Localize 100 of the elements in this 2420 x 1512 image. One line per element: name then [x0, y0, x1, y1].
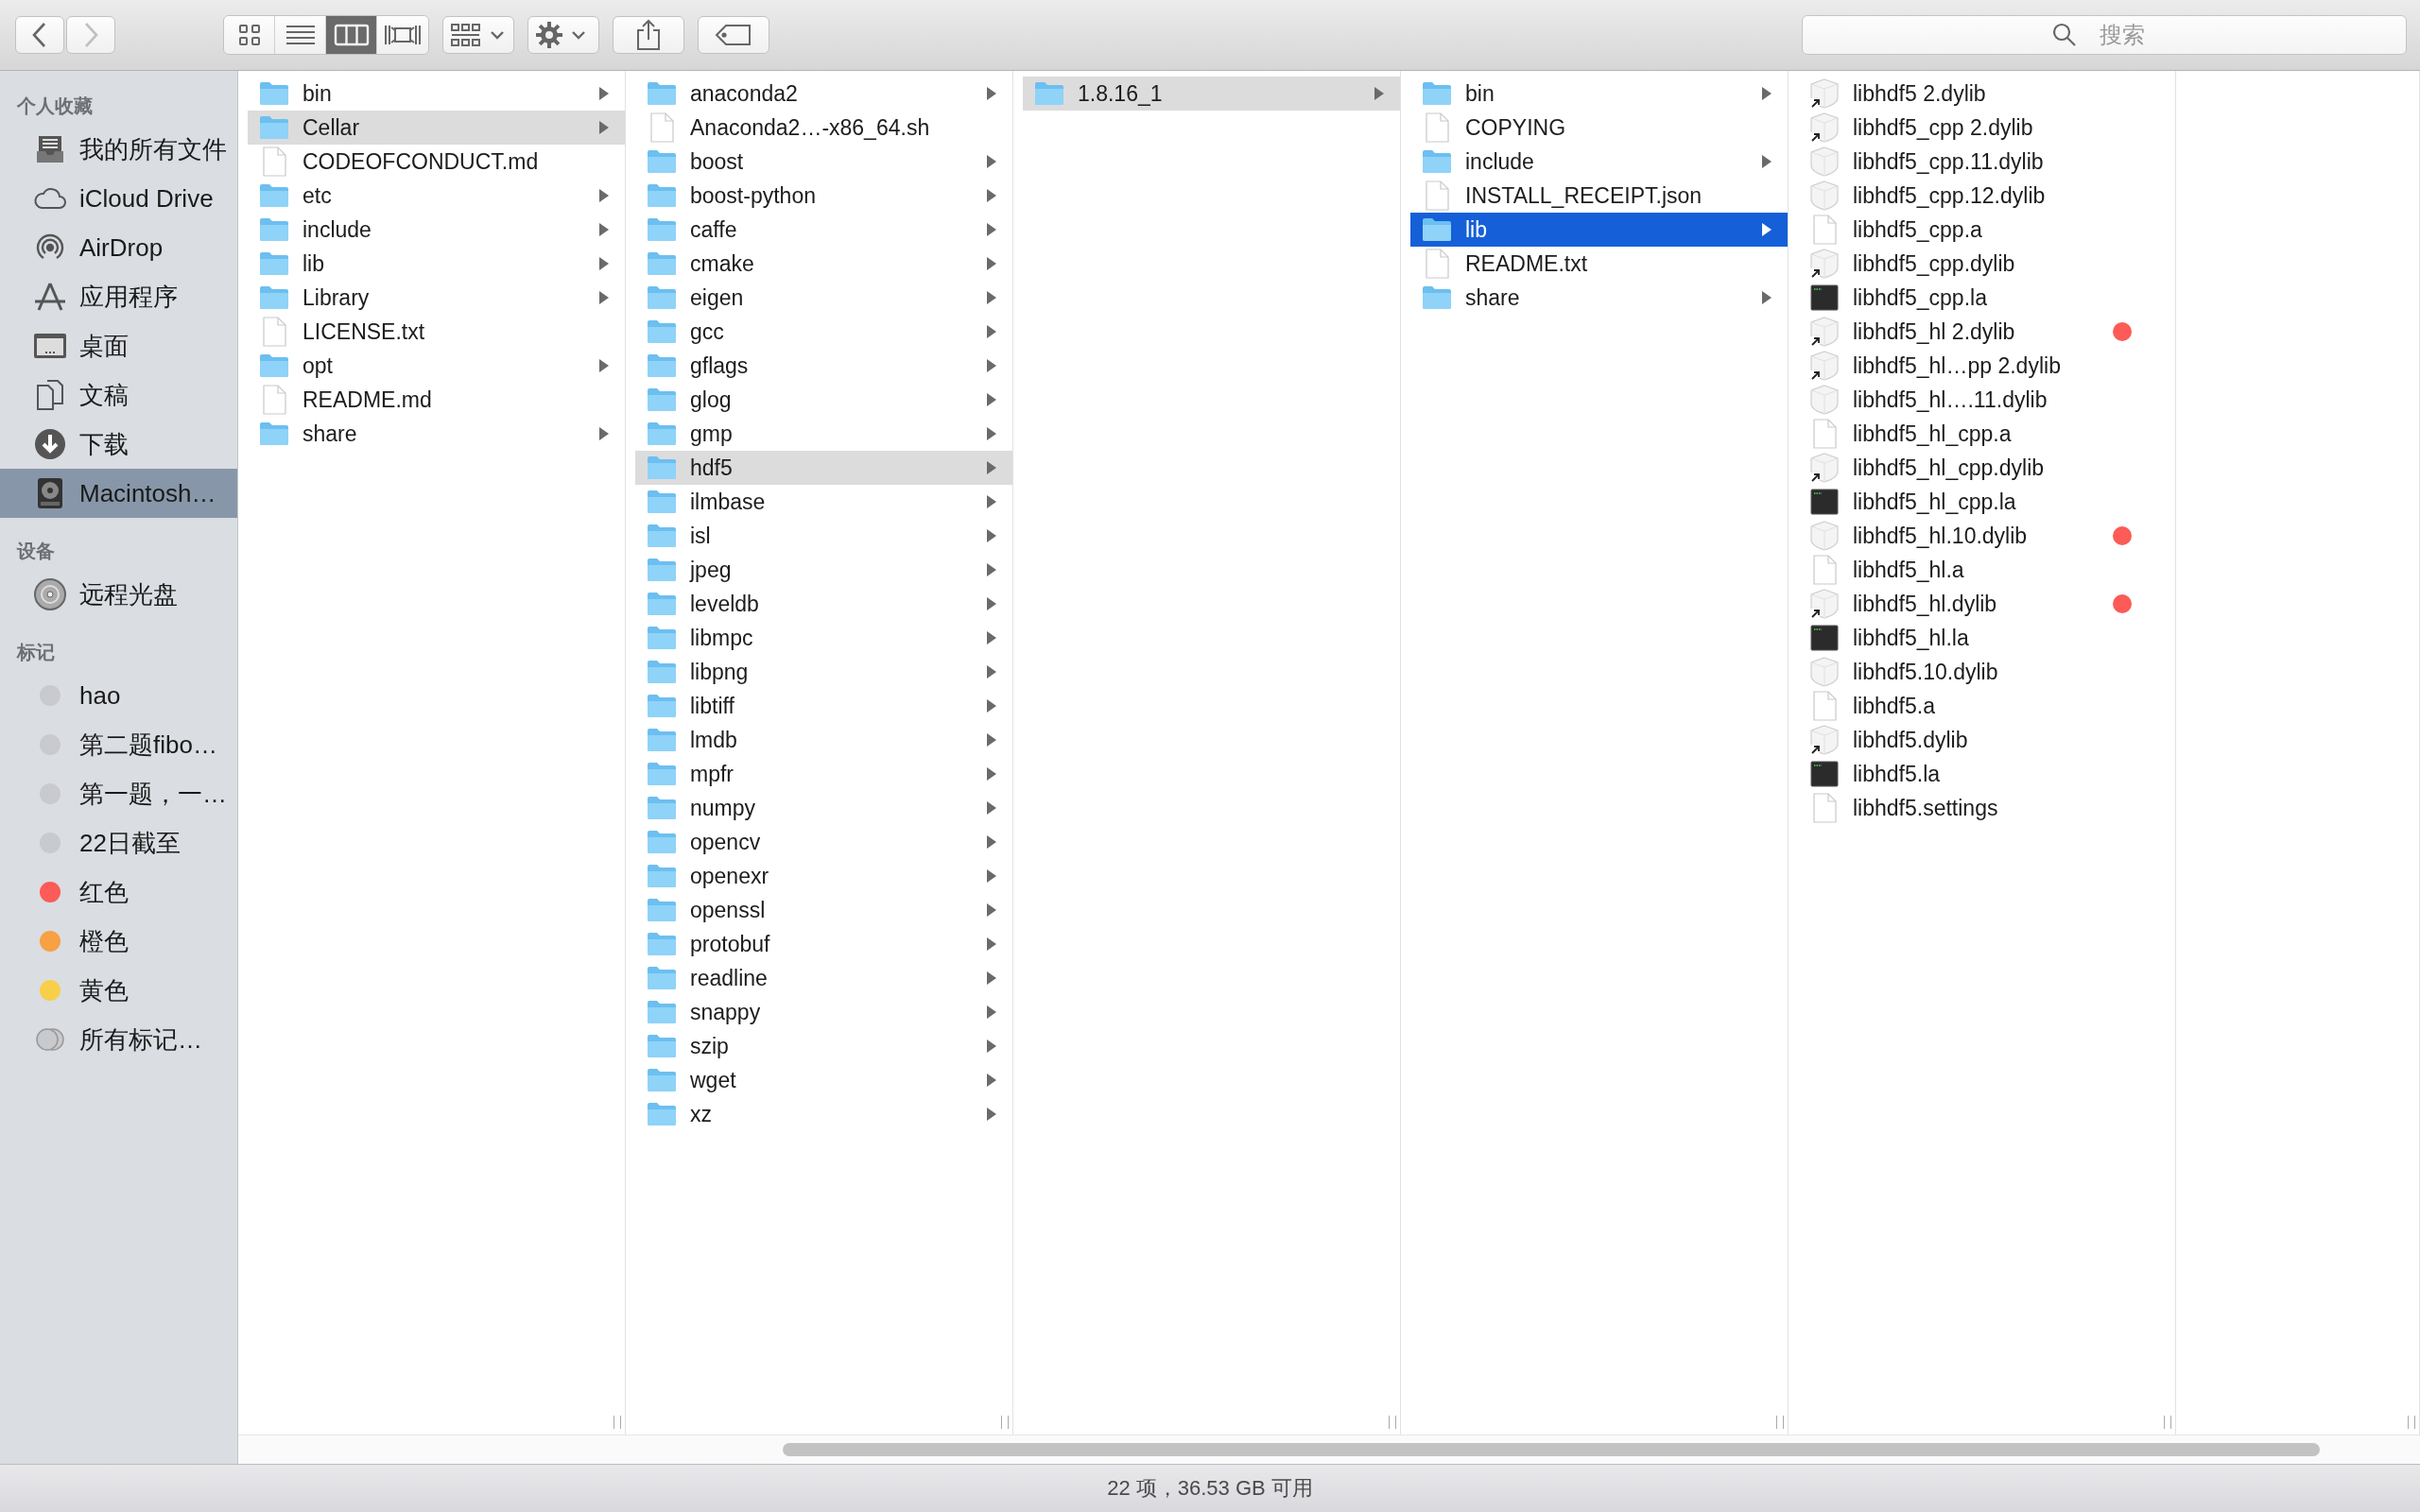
file-row[interactable]: opt: [248, 349, 625, 383]
arrange-menu-button[interactable]: [442, 16, 514, 54]
sidebar-item[interactable]: 所有标记…: [0, 1015, 237, 1064]
file-row[interactable]: include: [1410, 145, 1788, 179]
sidebar-item[interactable]: 红色: [0, 868, 237, 917]
file-row[interactable]: libhdf5_cpp.dylib: [1798, 247, 2175, 281]
file-row[interactable]: libhdf5_hl_cpp.dylib: [1798, 451, 2175, 485]
file-row[interactable]: Anaconda2…-x86_64.sh: [635, 111, 1012, 145]
file-row[interactable]: Cellar: [248, 111, 625, 145]
file-row[interactable]: glog: [635, 383, 1012, 417]
sidebar-item[interactable]: 文稿: [0, 370, 237, 420]
column-resize-handle[interactable]: [614, 1416, 621, 1429]
file-row[interactable]: libhdf5_cpp.a: [1798, 213, 2175, 247]
file-row[interactable]: snappy: [635, 995, 1012, 1029]
list-view-button[interactable]: [275, 16, 326, 54]
file-row[interactable]: caffe: [635, 213, 1012, 247]
sidebar-item[interactable]: 应用程序: [0, 272, 237, 321]
gear-menu-button[interactable]: [527, 16, 599, 54]
file-row[interactable]: libhdf5_hl 2.dylib: [1798, 315, 2175, 349]
file-row[interactable]: libhdf5 2.dylib: [1798, 77, 2175, 111]
column-resize-handle[interactable]: [2164, 1416, 2171, 1429]
file-row[interactable]: CODEOFCONDUCT.md: [248, 145, 625, 179]
file-row[interactable]: eigen: [635, 281, 1012, 315]
file-row[interactable]: libhdf5_hl_cpp.la: [1798, 485, 2175, 519]
file-row[interactable]: libhdf5_hl.dylib: [1798, 587, 2175, 621]
sidebar-item[interactable]: Macintosh…: [0, 469, 237, 518]
column-resize-handle[interactable]: [2408, 1416, 2415, 1429]
file-row[interactable]: readline: [635, 961, 1012, 995]
horizontal-scrollbar[interactable]: [783, 1443, 2320, 1456]
file-row[interactable]: share: [248, 417, 625, 451]
file-row[interactable]: Library: [248, 281, 625, 315]
file-row[interactable]: lib: [248, 247, 625, 281]
file-row[interactable]: libhdf5.dylib: [1798, 723, 2175, 757]
sidebar-item[interactable]: AirDrop: [0, 223, 237, 272]
file-row[interactable]: libhdf5_hl.10.dylib: [1798, 519, 2175, 553]
file-row[interactable]: libhdf5.settings: [1798, 791, 2175, 825]
file-row[interactable]: lib: [1410, 213, 1788, 247]
file-row[interactable]: mpfr: [635, 757, 1012, 791]
file-row[interactable]: anaconda2: [635, 77, 1012, 111]
file-row[interactable]: libhdf5_hl…pp 2.dylib: [1798, 349, 2175, 383]
sidebar-item[interactable]: hao: [0, 671, 237, 720]
file-row[interactable]: bin: [248, 77, 625, 111]
file-row[interactable]: opencv: [635, 825, 1012, 859]
file-row[interactable]: openexr: [635, 859, 1012, 893]
file-row[interactable]: jpeg: [635, 553, 1012, 587]
back-button[interactable]: [15, 16, 64, 54]
column-resize-handle[interactable]: [1001, 1416, 1009, 1429]
sidebar-item[interactable]: 22日截至: [0, 818, 237, 868]
sidebar-item[interactable]: 远程光盘: [0, 570, 237, 619]
file-row[interactable]: libhdf5_hl….11.dylib: [1798, 383, 2175, 417]
file-row[interactable]: protobuf: [635, 927, 1012, 961]
file-row[interactable]: libhdf5_hl_cpp.a: [1798, 417, 2175, 451]
sidebar-item[interactable]: 第一题，一…: [0, 769, 237, 818]
file-row[interactable]: 1.8.16_1: [1023, 77, 1400, 111]
tag-button[interactable]: [698, 16, 769, 54]
sidebar-item[interactable]: 我的所有文件: [0, 125, 237, 174]
file-row[interactable]: etc: [248, 179, 625, 213]
file-row[interactable]: libpng: [635, 655, 1012, 689]
file-row[interactable]: lmdb: [635, 723, 1012, 757]
file-row[interactable]: boost-python: [635, 179, 1012, 213]
file-row[interactable]: hdf5: [635, 451, 1012, 485]
file-row[interactable]: szip: [635, 1029, 1012, 1063]
file-row[interactable]: libhdf5_cpp.la: [1798, 281, 2175, 315]
column-resize-handle[interactable]: [1776, 1416, 1784, 1429]
file-row[interactable]: libhdf5.la: [1798, 757, 2175, 791]
file-row[interactable]: cmake: [635, 247, 1012, 281]
sidebar-item[interactable]: 黄色: [0, 966, 237, 1015]
file-row[interactable]: ilmbase: [635, 485, 1012, 519]
file-row[interactable]: leveldb: [635, 587, 1012, 621]
coverflow-view-button[interactable]: [377, 16, 428, 54]
sidebar-item[interactable]: iCloud Drive: [0, 174, 237, 223]
file-row[interactable]: include: [248, 213, 625, 247]
file-row[interactable]: libhdf5_cpp.12.dylib: [1798, 179, 2175, 213]
file-row[interactable]: gcc: [635, 315, 1012, 349]
sidebar-item[interactable]: 桌面: [0, 321, 237, 370]
sidebar-item[interactable]: 下载: [0, 420, 237, 469]
file-row[interactable]: libhdf5.10.dylib: [1798, 655, 2175, 689]
file-row[interactable]: README.md: [248, 383, 625, 417]
file-row[interactable]: openssl: [635, 893, 1012, 927]
file-row[interactable]: INSTALL_RECEIPT.json: [1410, 179, 1788, 213]
file-row[interactable]: LICENSE.txt: [248, 315, 625, 349]
file-row[interactable]: libhdf5.a: [1798, 689, 2175, 723]
icons-view-button[interactable]: [224, 16, 275, 54]
file-row[interactable]: libhdf5_hl.a: [1798, 553, 2175, 587]
file-row[interactable]: share: [1410, 281, 1788, 315]
file-row[interactable]: libtiff: [635, 689, 1012, 723]
file-row[interactable]: libhdf5_cpp 2.dylib: [1798, 111, 2175, 145]
sidebar-item[interactable]: 第二题fibo…: [0, 720, 237, 769]
file-row[interactable]: numpy: [635, 791, 1012, 825]
file-row[interactable]: wget: [635, 1063, 1012, 1097]
file-row[interactable]: bin: [1410, 77, 1788, 111]
file-row[interactable]: isl: [635, 519, 1012, 553]
search-field[interactable]: 搜索: [1802, 15, 2407, 55]
file-row[interactable]: libhdf5_hl.la: [1798, 621, 2175, 655]
file-row[interactable]: gmp: [635, 417, 1012, 451]
file-row[interactable]: README.txt: [1410, 247, 1788, 281]
file-row[interactable]: COPYING: [1410, 111, 1788, 145]
share-button[interactable]: [613, 16, 684, 54]
column-resize-handle[interactable]: [1389, 1416, 1396, 1429]
file-row[interactable]: boost: [635, 145, 1012, 179]
